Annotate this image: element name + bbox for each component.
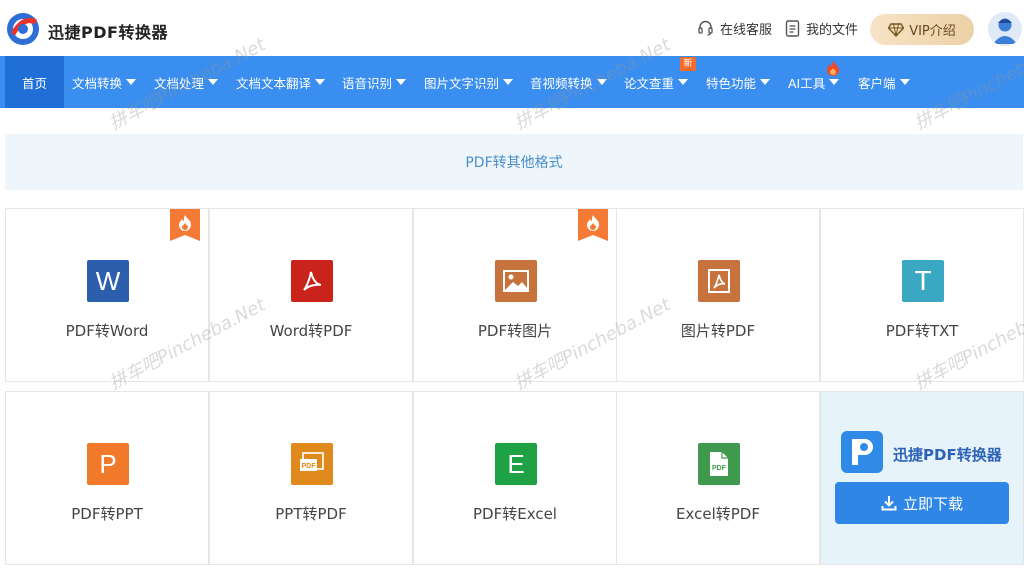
fire-icon (827, 61, 839, 76)
caret-down-icon (315, 79, 326, 85)
main-nav: 首页 文档转换 文档处理 文档文本翻译 语音识别 图片文字识别 音视频转换 论文… (0, 56, 1024, 108)
tool-card-ppt-to-pdf[interactable]: PDF PPT转PDF (209, 391, 413, 565)
ppt-icon: P (87, 443, 129, 485)
caret-down-icon (503, 79, 514, 85)
caret-down-icon (678, 79, 689, 85)
nav-item-label: 文档处理 (154, 75, 205, 91)
vip-intro-button[interactable]: VIP介绍 (870, 14, 974, 45)
tool-card-pdf-to-excel[interactable]: E PDF转Excel (413, 391, 617, 565)
pdf-file-icon: PDF (698, 443, 740, 485)
tool-label: PDF转PPT (71, 505, 143, 523)
nav-item-label: AI工具 (788, 75, 826, 91)
svg-text:PDF: PDF (712, 465, 727, 472)
tool-label: PDF转Word (65, 322, 149, 340)
app-logo-icon[interactable] (6, 12, 40, 46)
caret-down-icon (126, 79, 137, 85)
promo-app-logo-icon (841, 431, 883, 473)
section-banner: PDF转其他格式 (5, 134, 1023, 190)
headset-icon (698, 20, 713, 36)
tool-card-word-to-pdf[interactable]: Word转PDF (209, 208, 413, 382)
nav-item-label: 文档转换 (72, 75, 123, 91)
new-badge: 新 (680, 57, 696, 71)
caret-down-icon (208, 79, 219, 85)
nav-item-client[interactable]: 客户端 (858, 56, 910, 108)
nav-item-label: 首页 (21, 75, 47, 91)
tool-label: PDF转TXT (885, 322, 959, 340)
nav-item-label: 文档文本翻译 (236, 75, 312, 91)
tool-label: PDF转图片 (477, 322, 553, 340)
vip-intro-label: VIP介绍 (909, 24, 956, 39)
tool-label: PDF转Excel (473, 505, 557, 523)
pdf-file-icon: PDF (291, 443, 333, 485)
nav-item-label: 音视频转换 (530, 75, 593, 91)
my-files-link[interactable]: 我的文件 (785, 19, 858, 38)
hot-fire-icon (170, 209, 200, 241)
download-now-label: 立即下载 (902, 494, 963, 513)
image-icon (495, 260, 537, 302)
download-now-button[interactable]: 立即下载 (835, 482, 1009, 524)
user-avatar[interactable] (988, 12, 1022, 46)
nav-item-plagiarism[interactable]: 论文查重 (624, 56, 689, 108)
tool-card-pdf-to-txt[interactable]: T PDF转TXT (820, 208, 1024, 382)
tool-card-pdf-to-image[interactable]: PDF转图片 (413, 208, 617, 382)
user-icon (993, 18, 1017, 44)
promo-app-name: 迅捷PDF转换器 (893, 446, 1002, 464)
brand-name[interactable]: 迅捷PDF转换器 (48, 19, 168, 43)
tool-label: PPT转PDF (275, 505, 347, 523)
nav-item-label: 论文查重 (624, 75, 675, 91)
excel-icon: E (495, 443, 537, 485)
online-support-label: 在线客服 (720, 23, 773, 38)
diamond-icon (888, 22, 905, 37)
tool-card-image-to-pdf[interactable]: 图片转PDF (616, 208, 820, 382)
nav-item-label: 客户端 (858, 75, 896, 91)
download-promo-card: 迅捷PDF转换器 立即下载 (820, 391, 1024, 565)
nav-item-home[interactable]: 首页 (5, 56, 64, 108)
caret-down-icon (829, 79, 840, 85)
caret-down-icon (396, 79, 407, 85)
svg-text:PDF: PDF (302, 463, 317, 470)
text-icon: T (902, 260, 944, 302)
nav-item-doc-convert[interactable]: 文档转换 (72, 56, 137, 108)
top-header: 迅捷PDF转换器 在线客服 我的文件 VIP介绍 (0, 0, 1024, 56)
nav-item-speech[interactable]: 语音识别 (342, 56, 407, 108)
document-icon (785, 20, 800, 37)
caret-down-icon (596, 79, 607, 85)
nav-item-label: 语音识别 (342, 75, 393, 91)
tool-label: Excel转PDF (676, 505, 760, 523)
nav-item-av-convert[interactable]: 音视频转换 (530, 56, 607, 108)
online-support-link[interactable]: 在线客服 (697, 19, 772, 38)
nav-item-features[interactable]: 特色功能 (706, 56, 771, 108)
tool-label: 图片转PDF (680, 322, 756, 340)
nav-item-label: 图片文字识别 (424, 75, 500, 91)
tool-card-pdf-to-word[interactable]: W PDF转Word (5, 208, 209, 382)
my-files-label: 我的文件 (806, 23, 859, 38)
tool-card-excel-to-pdf[interactable]: PDF Excel转PDF (616, 391, 820, 565)
pdf-icon (291, 260, 333, 302)
tool-label: Word转PDF (269, 322, 353, 340)
hot-fire-icon (578, 209, 608, 241)
nav-item-label: 特色功能 (706, 75, 757, 91)
section-title: PDF转其他格式 (465, 155, 563, 171)
caret-down-icon (760, 79, 771, 85)
nav-item-doc-process[interactable]: 文档处理 (154, 56, 219, 108)
word-icon: W (87, 260, 129, 302)
tool-card-pdf-to-ppt[interactable]: P PDF转PPT (5, 391, 209, 565)
pdf-file-icon (698, 260, 740, 302)
nav-item-ocr[interactable]: 图片文字识别 (424, 56, 514, 108)
caret-down-icon (899, 79, 910, 85)
download-icon (881, 496, 897, 511)
nav-item-doc-translate[interactable]: 文档文本翻译 (236, 56, 326, 108)
